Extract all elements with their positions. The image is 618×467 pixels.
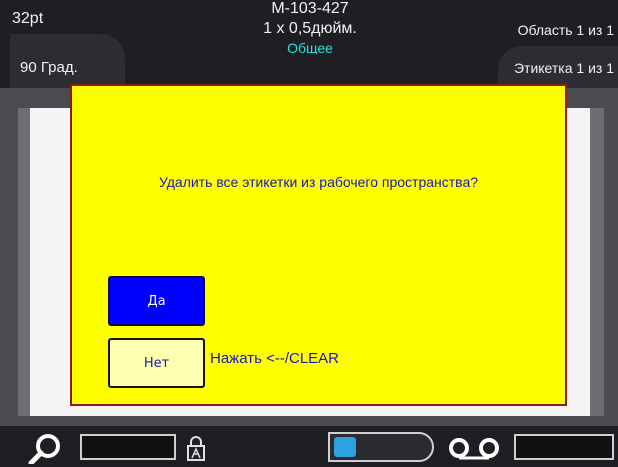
- status-bar: 32pt 90 Град. M-103-427 1 x 0,5дюйм. Общ…: [0, 0, 618, 88]
- dialog-message: Удалить все этикетки из рабочего простра…: [158, 174, 479, 190]
- zoom-icon[interactable]: [28, 432, 62, 467]
- tape-info-box: [514, 434, 614, 460]
- delete-labels-dialog: Удалить все этикетки из рабочего простра…: [70, 84, 567, 406]
- bottom-status-bar: [0, 426, 618, 467]
- label-indicator: Этикетка 1 из 1: [513, 60, 614, 76]
- work-area-edge-right: [590, 108, 604, 416]
- area-indicator: Область 1 из 1: [517, 22, 614, 38]
- no-button[interactable]: Нет: [108, 338, 205, 388]
- printer-screen: 32pt 90 Град. M-103-427 1 x 0,5дюйм. Общ…: [0, 0, 618, 467]
- rotation-value: 90 Град.: [20, 59, 78, 76]
- battery-level-fill: [334, 437, 356, 457]
- clear-hint: Нажать <--/CLEAR: [210, 350, 340, 367]
- font-size-value: 32pt: [12, 10, 44, 27]
- yes-button[interactable]: Да: [108, 276, 205, 326]
- work-area-edge-left: [18, 108, 30, 416]
- tape-cassette-icon: [446, 436, 512, 464]
- battery-icon: [328, 432, 434, 462]
- zoom-level-box: [80, 434, 176, 460]
- lock-icon: [186, 434, 206, 466]
- label-size: 1 x 0,5дюйм.: [263, 20, 357, 37]
- label-part-number: M-103-427: [271, 0, 349, 17]
- label-mode: Общее: [287, 40, 333, 54]
